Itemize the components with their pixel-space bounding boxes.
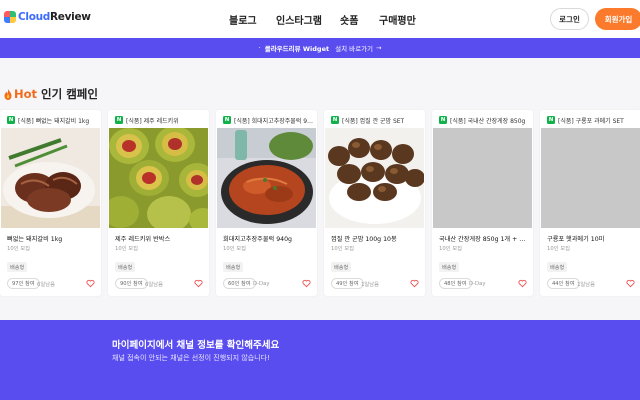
card-header: N [식품] 국내산 간장게장 850g [439, 115, 531, 125]
campaign-card[interactable]: N [식품] 뼈없는 돼지갈비 1kg 뼈없는 돼지갈비 1kg 10인 모집 … [0, 110, 101, 296]
logo-icon [4, 11, 16, 23]
applicant-count: 44인 참여 [547, 278, 580, 289]
campaign-type-badge: 배송형 [223, 262, 244, 272]
heart-icon[interactable] [86, 279, 95, 288]
nav-instagram[interactable]: 인스타그램 [276, 12, 322, 27]
days-left: 6일남음 [145, 282, 163, 288]
login-button[interactable]: 로그인 [550, 8, 589, 30]
card-header: N [식품] 뼈없는 돼지갈비 1kg [7, 115, 99, 125]
notice-title: 마이페이지에서 채널 정보를 확인해주세요 [112, 340, 280, 351]
applicant-count: 49인 참여 [331, 278, 364, 289]
product-name[interactable]: 희대지고추장주물럭 940g [223, 234, 315, 243]
campaign-card[interactable]: N [식품] 국내산 간장게장 850g 국내산 간장게장 850g 1개 + … [432, 110, 533, 296]
banner-link[interactable]: 설치 바로가기 [335, 43, 373, 53]
site-header: CloudReview 블로그 인스타그램 숏폼 구매평만 로그인 회원가입 [0, 0, 640, 38]
campaign-card[interactable]: N [식품] 희대지고추장주물럭 940g 희대지고추장주물럭 940g 10인… [216, 110, 317, 296]
hot-label: Hot [14, 87, 38, 101]
card-header: N [식품] 껍질 깐 군밤 SET [331, 115, 423, 125]
card-tag: [식품] 껍질 깐 군밤 SET [342, 117, 405, 125]
banner-bullet: · [258, 44, 261, 52]
campaign-card[interactable]: N [식품] 제주 레드키위 제주 레드키위 반박스 10인 모집 배송형 90… [108, 110, 209, 296]
recruit-count: 10인 모집 [331, 246, 355, 252]
product-name[interactable]: 국내산 간장게장 850g 1개 + 서비스 [439, 234, 531, 243]
naver-blog-badge: N [115, 116, 123, 124]
notice-subtitle: 채널 접속이 안되는 채널은 선정이 진행되지 않습니다! [112, 354, 270, 362]
campaign-card[interactable]: N [식품] 껍질 깐 군밤 SET 껍질 깐 군밤 100g 10봉 10인 … [324, 110, 425, 296]
recruit-count: 10인 모집 [223, 246, 247, 252]
applicant-count: 48인 참여 [439, 278, 472, 289]
product-image[interactable] [217, 128, 316, 228]
logo-text: CloudReview [18, 11, 91, 23]
product-image[interactable] [109, 128, 208, 228]
applicant-count: 60인 참여 [223, 278, 256, 289]
product-name[interactable]: 뼈없는 돼지갈비 1kg [7, 234, 99, 243]
product-name[interactable]: 구룡포 햇과메기 10미 [547, 234, 639, 243]
nav-shortform[interactable]: 숏폼 [340, 12, 358, 27]
product-image[interactable] [1, 128, 100, 228]
product-image-placeholder[interactable] [433, 128, 532, 228]
nav-blog[interactable]: 블로그 [229, 12, 257, 27]
naver-blog-badge: N [223, 116, 231, 124]
card-tag: [식품] 국내산 간장게장 850g [450, 117, 526, 125]
recruit-count: 10인 모집 [115, 246, 139, 252]
days-left: 1일남음 [361, 282, 379, 288]
days-left: 6일남음 [37, 282, 55, 288]
applicant-count: 90인 참여 [115, 278, 148, 289]
fire-icon [4, 88, 12, 100]
arrow-right-icon: → [376, 44, 382, 52]
nav-purchase-review[interactable]: 구매평만 [379, 12, 416, 27]
naver-blog-badge: N [7, 116, 15, 124]
campaign-type-badge: 배송형 [115, 262, 136, 272]
section-heading: 인기 캠페인 [41, 87, 98, 101]
product-image[interactable] [325, 128, 424, 228]
naver-blog-badge: N [547, 116, 555, 124]
widget-banner[interactable]: · 클라우드리뷰 Widget 설치 바로가기 → [0, 38, 640, 58]
naver-blog-badge: N [331, 116, 339, 124]
product-name[interactable]: 제주 레드키위 반박스 [115, 234, 207, 243]
product-name[interactable]: 껍질 깐 군밤 100g 10봉 [331, 234, 423, 243]
mypage-notice-banner[interactable] [0, 320, 640, 400]
naver-blog-badge: N [439, 116, 447, 124]
logo[interactable]: CloudReview [4, 11, 91, 23]
banner-title: 클라우드리뷰 Widget [264, 45, 330, 53]
logo-text-part2: Review [50, 11, 91, 23]
section-title: Hot 인기 캠페인 [4, 86, 98, 102]
campaign-type-badge: 배송형 [439, 262, 460, 272]
signup-button[interactable]: 회원가입 [595, 8, 640, 30]
campaign-card[interactable]: N [식품] 구룡포 과메기 SET 구룡포 햇과메기 10미 10인 모집 배… [540, 110, 640, 296]
card-tag: [식품] 구룡포 과메기 SET [558, 117, 624, 125]
logo-text-part1: Cloud [18, 11, 51, 23]
recruit-count: 10인 모집 [7, 246, 31, 252]
campaign-type-badge: 배송형 [331, 262, 352, 272]
card-tag: [식품] 뼈없는 돼지갈비 1kg [18, 117, 90, 125]
heart-icon[interactable] [410, 279, 419, 288]
days-left: D-Day [253, 281, 270, 287]
heart-icon[interactable] [302, 279, 311, 288]
card-header: N [식품] 제주 레드키위 [115, 115, 207, 125]
heart-icon[interactable] [518, 279, 527, 288]
days-left: D-Day [469, 281, 486, 287]
card-header: N [식품] 희대지고추장주물럭 940g [223, 115, 315, 125]
recruit-count: 10인 모집 [547, 246, 571, 252]
campaign-type-badge: 배송형 [547, 262, 568, 272]
heart-icon[interactable] [626, 279, 635, 288]
card-tag: [식품] 제주 레드키위 [126, 117, 179, 125]
heart-icon[interactable] [194, 279, 203, 288]
product-image-placeholder[interactable] [541, 128, 640, 228]
campaign-type-badge: 배송형 [7, 262, 28, 272]
card-header: N [식품] 구룡포 과메기 SET [547, 115, 639, 125]
days-left: 1일남음 [577, 282, 595, 288]
card-tag: [식품] 희대지고추장주물럭 940g [234, 117, 315, 125]
applicant-count: 97인 참여 [7, 278, 40, 289]
recruit-count: 10인 모집 [439, 246, 463, 252]
